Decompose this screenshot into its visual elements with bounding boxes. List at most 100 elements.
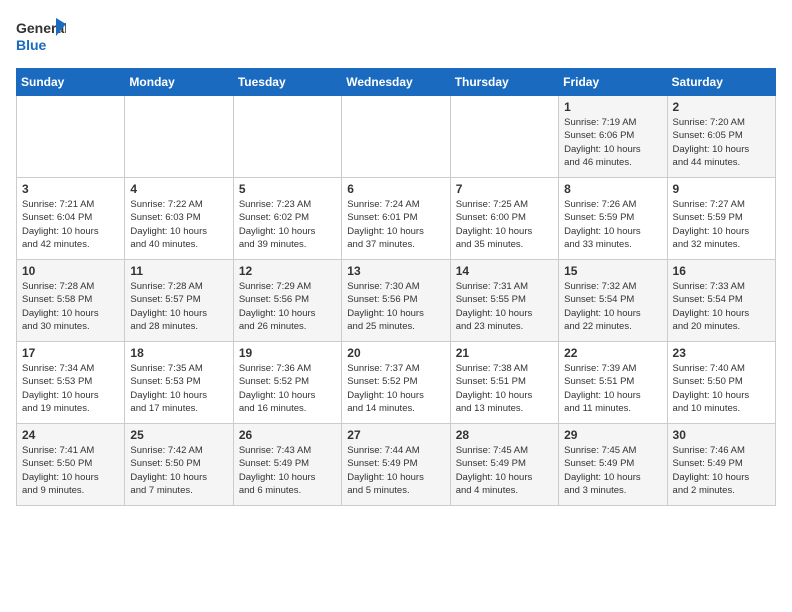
day-number: 30 <box>673 428 770 442</box>
day-info: Sunrise: 7:27 AM Sunset: 5:59 PM Dayligh… <box>673 198 770 251</box>
day-number: 3 <box>22 182 119 196</box>
day-info: Sunrise: 7:21 AM Sunset: 6:04 PM Dayligh… <box>22 198 119 251</box>
day-info: Sunrise: 7:46 AM Sunset: 5:49 PM Dayligh… <box>673 444 770 497</box>
day-number: 28 <box>456 428 553 442</box>
day-number: 17 <box>22 346 119 360</box>
day-number: 18 <box>130 346 227 360</box>
calendar-cell: 21 Sunrise: 7:38 AM Sunset: 5:51 PM Dayli… <box>450 342 558 424</box>
day-info: Sunrise: 7:42 AM Sunset: 5:50 PM Dayligh… <box>130 444 227 497</box>
day-info: Sunrise: 7:24 AM Sunset: 6:01 PM Dayligh… <box>347 198 444 251</box>
day-info: Sunrise: 7:40 AM Sunset: 5:50 PM Dayligh… <box>673 362 770 415</box>
calendar-cell: 26Sunrise: 7:43 AM Sunset: 5:49 PM Dayli… <box>233 424 341 506</box>
calendar-cell: 12 Sunrise: 7:29 AM Sunset: 5:56 PM Dayli… <box>233 260 341 342</box>
calendar-cell: 7 Sunrise: 7:25 AM Sunset: 6:00 PM Daylig… <box>450 178 558 260</box>
day-info: Sunrise: 7:35 AM Sunset: 5:53 PM Dayligh… <box>130 362 227 415</box>
calendar-cell <box>342 96 450 178</box>
weekday-header-tuesday: Tuesday <box>233 69 341 96</box>
calendar-cell: 18 Sunrise: 7:35 AM Sunset: 5:53 PM Dayli… <box>125 342 233 424</box>
logo-icon: GeneralBlue <box>16 16 66 56</box>
day-info: Sunrise: 7:20 AM Sunset: 6:05 PM Dayligh… <box>673 116 770 169</box>
calendar-week-row: 17 Sunrise: 7:34 AM Sunset: 5:53 PM Dayli… <box>17 342 776 424</box>
day-number: 6 <box>347 182 444 196</box>
day-number: 1 <box>564 100 661 114</box>
day-number: 19 <box>239 346 336 360</box>
weekday-header-thursday: Thursday <box>450 69 558 96</box>
day-number: 29 <box>564 428 661 442</box>
day-number: 27 <box>347 428 444 442</box>
day-info: Sunrise: 7:29 AM Sunset: 5:56 PM Dayligh… <box>239 280 336 333</box>
calendar-cell <box>125 96 233 178</box>
calendar-cell: 25 Sunrise: 7:42 AM Sunset: 5:50 PM Dayli… <box>125 424 233 506</box>
day-info: Sunrise: 7:30 AM Sunset: 5:56 PM Dayligh… <box>347 280 444 333</box>
calendar-cell: 15 Sunrise: 7:32 AM Sunset: 5:54 PM Dayli… <box>559 260 667 342</box>
calendar-cell: 16 Sunrise: 7:33 AM Sunset: 5:54 PM Dayli… <box>667 260 775 342</box>
weekday-header-friday: Friday <box>559 69 667 96</box>
day-number: 25 <box>130 428 227 442</box>
day-number: 15 <box>564 264 661 278</box>
day-info: Sunrise: 7:34 AM Sunset: 5:53 PM Dayligh… <box>22 362 119 415</box>
day-number: 11 <box>130 264 227 278</box>
calendar-cell: 30 Sunrise: 7:46 AM Sunset: 5:49 PM Dayli… <box>667 424 775 506</box>
calendar-cell: 23 Sunrise: 7:40 AM Sunset: 5:50 PM Dayli… <box>667 342 775 424</box>
calendar-cell: 6 Sunrise: 7:24 AM Sunset: 6:01 PM Daylig… <box>342 178 450 260</box>
day-info: Sunrise: 7:44 AM Sunset: 5:49 PM Dayligh… <box>347 444 444 497</box>
calendar-cell: 20Sunrise: 7:37 AM Sunset: 5:52 PM Dayli… <box>342 342 450 424</box>
page-header: GeneralBlue <box>16 16 776 56</box>
day-info: Sunrise: 7:22 AM Sunset: 6:03 PM Dayligh… <box>130 198 227 251</box>
day-number: 26 <box>239 428 336 442</box>
calendar-cell: 9 Sunrise: 7:27 AM Sunset: 5:59 PM Daylig… <box>667 178 775 260</box>
calendar-week-row: 10 Sunrise: 7:28 AM Sunset: 5:58 PM Dayli… <box>17 260 776 342</box>
day-number: 12 <box>239 264 336 278</box>
day-info: Sunrise: 7:25 AM Sunset: 6:00 PM Dayligh… <box>456 198 553 251</box>
day-number: 23 <box>673 346 770 360</box>
weekday-header-monday: Monday <box>125 69 233 96</box>
day-info: Sunrise: 7:38 AM Sunset: 5:51 PM Dayligh… <box>456 362 553 415</box>
calendar-week-row: 24 Sunrise: 7:41 AM Sunset: 5:50 PM Dayli… <box>17 424 776 506</box>
calendar-cell: 14Sunrise: 7:31 AM Sunset: 5:55 PM Dayli… <box>450 260 558 342</box>
weekday-header-sunday: Sunday <box>17 69 125 96</box>
weekday-header-wednesday: Wednesday <box>342 69 450 96</box>
calendar-table: SundayMondayTuesdayWednesdayThursdayFrid… <box>16 68 776 506</box>
calendar-cell: 10 Sunrise: 7:28 AM Sunset: 5:58 PM Dayli… <box>17 260 125 342</box>
calendar-cell: 1Sunrise: 7:19 AM Sunset: 6:06 PM Daylig… <box>559 96 667 178</box>
day-number: 13 <box>347 264 444 278</box>
day-info: Sunrise: 7:33 AM Sunset: 5:54 PM Dayligh… <box>673 280 770 333</box>
day-number: 4 <box>130 182 227 196</box>
weekday-header-row: SundayMondayTuesdayWednesdayThursdayFrid… <box>17 69 776 96</box>
day-number: 8 <box>564 182 661 196</box>
calendar-week-row: 3 Sunrise: 7:21 AM Sunset: 6:04 PM Daylig… <box>17 178 776 260</box>
day-number: 20 <box>347 346 444 360</box>
day-number: 22 <box>564 346 661 360</box>
day-info: Sunrise: 7:45 AM Sunset: 5:49 PM Dayligh… <box>456 444 553 497</box>
calendar-cell: 5 Sunrise: 7:23 AM Sunset: 6:02 PM Daylig… <box>233 178 341 260</box>
day-info: Sunrise: 7:23 AM Sunset: 6:02 PM Dayligh… <box>239 198 336 251</box>
calendar-cell: 3 Sunrise: 7:21 AM Sunset: 6:04 PM Daylig… <box>17 178 125 260</box>
calendar-cell: 4 Sunrise: 7:22 AM Sunset: 6:03 PM Daylig… <box>125 178 233 260</box>
calendar-cell: 29Sunrise: 7:45 AM Sunset: 5:49 PM Dayli… <box>559 424 667 506</box>
calendar-cell: 11Sunrise: 7:28 AM Sunset: 5:57 PM Dayli… <box>125 260 233 342</box>
day-info: Sunrise: 7:41 AM Sunset: 5:50 PM Dayligh… <box>22 444 119 497</box>
day-info: Sunrise: 7:28 AM Sunset: 5:58 PM Dayligh… <box>22 280 119 333</box>
calendar-cell: 19 Sunrise: 7:36 AM Sunset: 5:52 PM Dayli… <box>233 342 341 424</box>
calendar-cell: 28 Sunrise: 7:45 AM Sunset: 5:49 PM Dayli… <box>450 424 558 506</box>
weekday-header-saturday: Saturday <box>667 69 775 96</box>
day-number: 21 <box>456 346 553 360</box>
calendar-cell: 2Sunrise: 7:20 AM Sunset: 6:05 PM Daylig… <box>667 96 775 178</box>
day-number: 16 <box>673 264 770 278</box>
day-number: 7 <box>456 182 553 196</box>
calendar-cell: 17 Sunrise: 7:34 AM Sunset: 5:53 PM Dayli… <box>17 342 125 424</box>
day-info: Sunrise: 7:32 AM Sunset: 5:54 PM Dayligh… <box>564 280 661 333</box>
calendar-cell <box>450 96 558 178</box>
day-number: 5 <box>239 182 336 196</box>
day-number: 9 <box>673 182 770 196</box>
logo: GeneralBlue <box>16 16 66 56</box>
calendar-week-row: 1Sunrise: 7:19 AM Sunset: 6:06 PM Daylig… <box>17 96 776 178</box>
calendar-cell: 22Sunrise: 7:39 AM Sunset: 5:51 PM Dayli… <box>559 342 667 424</box>
day-number: 24 <box>22 428 119 442</box>
day-info: Sunrise: 7:36 AM Sunset: 5:52 PM Dayligh… <box>239 362 336 415</box>
svg-text:Blue: Blue <box>16 37 47 53</box>
day-number: 14 <box>456 264 553 278</box>
calendar-cell <box>233 96 341 178</box>
calendar-cell: 27 Sunrise: 7:44 AM Sunset: 5:49 PM Dayli… <box>342 424 450 506</box>
day-number: 10 <box>22 264 119 278</box>
